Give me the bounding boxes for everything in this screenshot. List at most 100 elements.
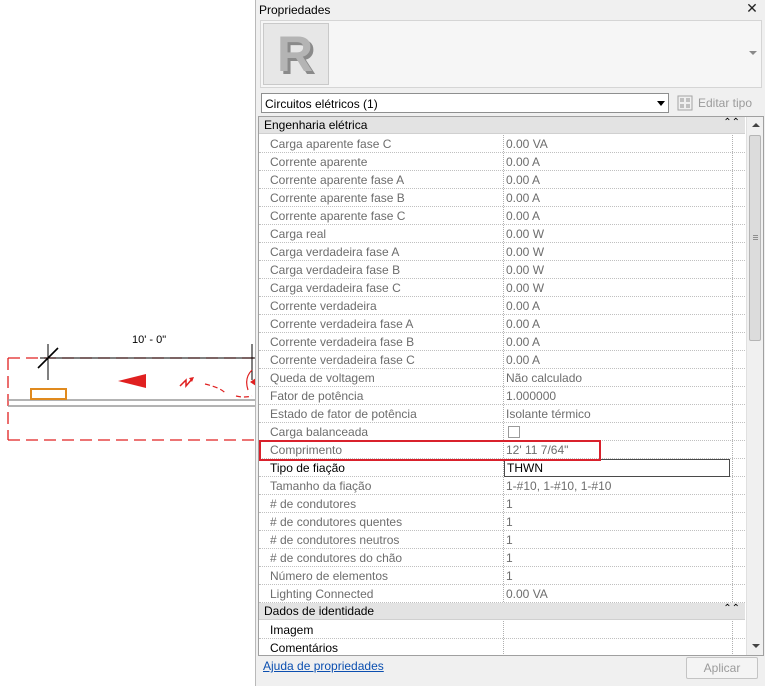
property-name: Carga aparente fase C	[270, 137, 392, 151]
property-row[interactable]: Corrente verdadeira 0.00 A	[259, 297, 745, 315]
dimension-label: 10' - 0"	[132, 334, 167, 346]
property-name: Corrente verdadeira fase B	[270, 335, 415, 349]
chevron-down-icon[interactable]	[749, 51, 757, 55]
property-row[interactable]: Corrente verdadeira fase B 0.00 A	[259, 333, 745, 351]
property-value: Não calculado	[506, 371, 583, 385]
property-value: Isolante térmico	[506, 407, 591, 421]
property-row[interactable]: Corrente verdadeira fase A 0.00 A	[259, 315, 745, 333]
property-name: # de condutores do chão	[270, 551, 403, 565]
circuit-symbol	[179, 378, 193, 389]
property-name: Corrente aparente	[270, 155, 368, 169]
property-value: 0.00 A	[506, 353, 541, 367]
property-row[interactable]: # de condutores 1	[259, 495, 745, 513]
property-row[interactable]: # de condutores quentes 1	[259, 513, 745, 531]
property-value: 1.000000	[506, 389, 557, 403]
property-row[interactable]: # de condutores neutros 1	[259, 531, 745, 549]
properties-help-link[interactable]: Ajuda de propriedades	[263, 659, 384, 673]
type-selector-dropdown[interactable]: Circuitos elétricos (1)	[261, 93, 669, 113]
property-value: 0.00 W	[506, 227, 545, 241]
property-row[interactable]: Tamanho da fiação 1-#10, 1-#10, 1-#10	[259, 477, 745, 495]
property-name: Corrente aparente fase C	[270, 209, 406, 223]
scroll-down-icon[interactable]	[752, 644, 760, 648]
property-row[interactable]: Queda de voltagem Não calculado	[259, 369, 745, 387]
property-row[interactable]: Corrente aparente fase B 0.00 A	[259, 189, 745, 207]
property-row[interactable]: Comprimento 12' 11 7/64"	[259, 441, 745, 459]
group-header[interactable]: Dados de identidade ⌃⌃	[259, 603, 745, 620]
property-row[interactable]: Número de elementos 1	[259, 567, 745, 585]
property-name: Comprimento	[270, 443, 343, 457]
property-value: 0.00 A	[506, 335, 541, 349]
scrollbar-thumb[interactable]	[749, 135, 761, 341]
property-row[interactable]: Comentários	[259, 639, 745, 655]
property-value: 0.00 W	[506, 281, 545, 295]
property-value: 0.00 VA	[506, 587, 548, 601]
balanced-load-checkbox[interactable]	[508, 426, 520, 438]
property-row[interactable]: Corrente aparente fase C 0.00 A	[259, 207, 745, 225]
chevron-down-icon[interactable]	[657, 101, 665, 106]
property-value: 1	[506, 533, 513, 547]
property-row[interactable]: Lighting Connected 0.00 VA	[259, 585, 745, 603]
property-row[interactable]: Corrente verdadeira fase C 0.00 A	[259, 351, 745, 369]
property-row[interactable]: Imagem	[259, 621, 745, 639]
property-row[interactable]: Carga verdadeira fase C 0.00 W	[259, 279, 745, 297]
home-run-arrow	[118, 374, 146, 388]
properties-palette: Propriedades ✕ R R Circuitos elétricos (…	[255, 0, 765, 686]
group-header[interactable]: Engenharia elétrica ⌃⌃	[259, 117, 745, 134]
property-row[interactable]: Carga real 0.00 W	[259, 225, 745, 243]
property-row[interactable]: Carga aparente fase C 0.00 VA	[259, 135, 745, 153]
property-name: Corrente aparente fase B	[270, 191, 405, 205]
property-value: 1	[506, 515, 513, 529]
property-value	[506, 623, 732, 637]
property-row[interactable]: Estado de fator de potência Isolante térm…	[259, 405, 745, 423]
property-name: Queda de voltagem	[270, 371, 375, 385]
property-value: THWN	[507, 461, 543, 475]
palette-title-bar: Propriedades ✕	[256, 0, 765, 20]
properties-scrollbar[interactable]	[746, 117, 763, 655]
property-name: Corrente aparente fase A	[270, 173, 405, 187]
group-label: Dados de identidade	[264, 604, 375, 618]
property-value: 1	[506, 569, 513, 583]
wire-type-input[interactable]: THWN	[504, 459, 730, 477]
property-row[interactable]: Corrente aparente fase A 0.00 A	[259, 171, 745, 189]
property-name: # de condutores neutros	[270, 533, 400, 547]
property-name: # de condutores	[270, 497, 357, 511]
property-row[interactable]: # de condutores do chão 1	[259, 549, 745, 567]
property-value: 1	[506, 497, 513, 511]
revit-logo-icon: R R	[263, 23, 329, 85]
apply-button[interactable]: Aplicar	[686, 657, 758, 679]
property-value: 0.00 A	[506, 299, 541, 313]
property-value: 0.00 A	[506, 317, 541, 331]
property-value: 0.00 A	[506, 155, 541, 169]
type-preview[interactable]: R R	[260, 20, 762, 88]
type-selector-value: Circuitos elétricos (1)	[265, 97, 378, 111]
property-name: Corrente verdadeira fase C	[270, 353, 415, 367]
property-name: Carga balanceada	[270, 425, 369, 439]
close-icon[interactable]: ✕	[745, 1, 759, 17]
scroll-up-icon[interactable]	[752, 123, 760, 127]
wire-arc	[204, 383, 227, 395]
circuit-drawing[interactable]	[0, 0, 256, 686]
property-value: 0.00 A	[506, 209, 541, 223]
property-name: Corrente verdadeira fase A	[270, 317, 414, 331]
apply-label: Aplicar	[703, 661, 741, 675]
property-row[interactable]: Corrente aparente 0.00 A	[259, 153, 745, 171]
edit-type-button[interactable]: Editar tipo	[677, 93, 759, 113]
property-row[interactable]: Tipo de fiação THWN	[259, 459, 745, 477]
drawing-canvas[interactable]: 10' - 0"	[0, 0, 256, 686]
property-name: Imagem	[270, 623, 314, 637]
property-name: Carga verdadeira fase C	[270, 281, 401, 295]
property-row[interactable]: Carga verdadeira fase B 0.00 W	[259, 261, 745, 279]
electrical-panel	[30, 388, 67, 400]
collapse-icon[interactable]: ⌃⌃	[723, 603, 740, 614]
palette-title: Propriedades	[259, 3, 331, 17]
property-value: 0.00 A	[506, 191, 541, 205]
property-row[interactable]: Carga balanceada	[259, 423, 745, 441]
property-row[interactable]: Fator de potência 1.000000	[259, 387, 745, 405]
property-row[interactable]: Carga verdadeira fase A 0.00 W	[259, 243, 745, 261]
collapse-icon[interactable]: ⌃⌃	[723, 117, 740, 128]
property-value: 1-#10, 1-#10, 1-#10	[506, 479, 612, 493]
property-name: Carga verdadeira fase B	[270, 263, 401, 277]
property-name: Estado de fator de potência	[270, 407, 417, 421]
property-value: 0.00 VA	[506, 137, 548, 151]
group-label: Engenharia elétrica	[264, 118, 368, 132]
